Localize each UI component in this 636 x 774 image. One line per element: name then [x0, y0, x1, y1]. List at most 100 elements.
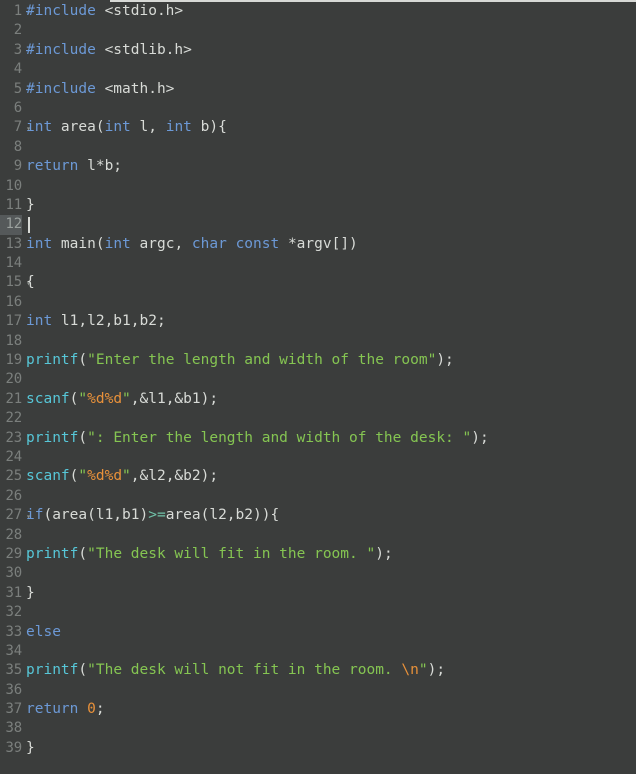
code-line[interactable]: 21 scanf("%d%d",&l1,&b1);	[0, 390, 636, 409]
code-text[interactable]: }	[26, 196, 35, 215]
code-line[interactable]: 17 int l1,l2,b1,b2;	[0, 312, 636, 331]
code-line[interactable]: 15 ▾{	[0, 273, 636, 292]
code-line[interactable]: 18	[0, 332, 636, 351]
code-line[interactable]: 37 return 0;	[0, 700, 636, 719]
line-number: 2	[13, 22, 22, 39]
token-pln	[78, 701, 87, 717]
code-line[interactable]: 11}	[0, 196, 636, 215]
code-line[interactable]: 12	[0, 215, 636, 235]
code-text[interactable]: #include <stdio.h>	[26, 2, 183, 21]
code-text[interactable]: #include <math.h>	[26, 80, 174, 99]
code-text[interactable]: if(area(l1,b1)>=area(l2,b2)){	[26, 506, 279, 525]
code-line[interactable]: 16	[0, 293, 636, 312]
code-line[interactable]: 8	[0, 138, 636, 157]
code-text[interactable]: int main(int argc, char const *argv[])	[26, 235, 358, 254]
code-line[interactable]: 9 return l*b;	[0, 157, 636, 176]
code-line[interactable]: 13 int main(int argc, char const *argv[])	[0, 235, 636, 254]
line-number: 26	[5, 487, 23, 504]
code-text[interactable]: printf("Enter the length and width of th…	[26, 351, 454, 370]
code-text[interactable]: printf("The desk will fit in the room. "…	[26, 545, 393, 564]
token-pln: }	[26, 196, 35, 213]
token-pln: argc,	[130, 235, 192, 252]
code-line[interactable]: 31}	[0, 584, 636, 603]
token-pln: (	[78, 662, 88, 679]
code-line[interactable]: 3 #include <stdlib.h>	[0, 41, 636, 60]
code-line[interactable]: 22	[0, 409, 636, 428]
token-str: "	[122, 390, 131, 407]
code-text[interactable]: {	[26, 273, 35, 292]
code-line[interactable]: 20	[0, 370, 636, 389]
code-line[interactable]: 29 printf("The desk will fit in the room.…	[0, 545, 636, 564]
code-line[interactable]: 5 #include <math.h>	[0, 80, 636, 99]
code-line[interactable]: 38	[0, 719, 636, 738]
token-pre: #include	[26, 3, 96, 19]
token-pln: l,	[130, 119, 166, 136]
token-pln: );	[427, 662, 446, 679]
line-number: 19	[5, 352, 23, 369]
code-text[interactable]: #include <stdlib.h>	[26, 41, 192, 60]
code-lines-container[interactable]: 1 ▾ #include <stdio.h> 2 3 #include <stdlib.h…	[0, 2, 636, 758]
code-text[interactable]: printf(": Enter the length and width of …	[26, 429, 489, 448]
code-text[interactable]: int area(int l, int b){	[26, 118, 227, 137]
token-kw: char	[191, 235, 227, 252]
code-line[interactable]: 30	[0, 564, 636, 583]
code-line[interactable]: 7 ▾ int area(int l, int b){	[0, 118, 636, 137]
token-pln: <stdio.h>	[104, 3, 184, 19]
code-text[interactable]: printf("The desk will not fit in the roo…	[26, 661, 445, 680]
code-line[interactable]: 23 printf(": Enter the length and width o…	[0, 429, 636, 448]
code-text[interactable]: else	[26, 623, 61, 642]
code-line[interactable]: 14	[0, 254, 636, 273]
token-str: "	[122, 468, 131, 485]
code-line[interactable]: 28	[0, 526, 636, 545]
token-kw: int	[104, 119, 131, 136]
code-line[interactable]: 26	[0, 487, 636, 506]
token-pln: ,&l1,&b1);	[130, 390, 219, 407]
code-text[interactable]: return l*b;	[26, 157, 122, 176]
code-line[interactable]: 32	[0, 603, 636, 622]
code-line[interactable]: 4	[0, 60, 636, 79]
code-line[interactable]: 36	[0, 681, 636, 700]
token-pln: ,&l2,&b2);	[130, 468, 219, 485]
code-text[interactable]: }	[26, 584, 35, 603]
token-pln: b){	[191, 119, 227, 136]
token-kw: int	[26, 313, 53, 330]
token-pln: }	[26, 584, 35, 601]
token-fn: scanf	[26, 390, 70, 407]
code-line[interactable]: 6	[0, 99, 636, 118]
token-pln: l*b;	[78, 158, 123, 175]
code-line[interactable]: 34	[0, 642, 636, 661]
code-line[interactable]: 2	[0, 21, 636, 40]
code-line[interactable]: 27 ▾ if(area(l1,b1)>=area(l2,b2)){	[0, 506, 636, 525]
code-line[interactable]: 35 printf("The desk will not fit in the r…	[0, 661, 636, 680]
code-line[interactable]: 33 else	[0, 623, 636, 642]
line-number: 33	[5, 623, 23, 640]
token-pln: (	[78, 352, 88, 369]
code-text[interactable]: scanf("%d%d",&l2,&b2);	[26, 467, 218, 486]
code-line[interactable]: 24	[0, 448, 636, 467]
code-line[interactable]: 10	[0, 177, 636, 196]
line-number: 30	[5, 565, 23, 582]
line-number: 14	[5, 255, 23, 272]
token-pln	[96, 3, 105, 19]
token-str: "	[78, 468, 88, 485]
token-kw: int	[104, 235, 131, 252]
line-number: 35	[5, 662, 23, 679]
token-kw: const	[235, 235, 280, 252]
token-pln: );	[471, 429, 489, 446]
token-str: "	[78, 390, 88, 407]
text-caret	[28, 217, 30, 234]
token-str: "Enter the length and width of the room"	[87, 352, 437, 369]
code-text[interactable]: return 0;	[26, 700, 105, 719]
code-text[interactable]: scanf("%d%d",&l1,&b1);	[26, 390, 218, 409]
line-number: 29	[5, 545, 23, 562]
code-line[interactable]: 25 scanf("%d%d",&l2,&b2);	[0, 467, 636, 486]
code-text[interactable]: int l1,l2,b1,b2;	[26, 312, 166, 331]
token-pln	[96, 81, 105, 97]
code-line[interactable]: 39}	[0, 739, 636, 758]
line-number: 10	[5, 177, 23, 194]
line-number: 17	[5, 313, 23, 330]
code-line[interactable]: 19 printf("Enter the length and width of …	[0, 351, 636, 370]
code-editor[interactable]: 1 ▾ #include <stdio.h> 2 3 #include <stdlib.h…	[0, 0, 636, 774]
code-line[interactable]: 1 ▾ #include <stdio.h>	[0, 2, 636, 21]
code-text[interactable]: }	[26, 739, 35, 758]
